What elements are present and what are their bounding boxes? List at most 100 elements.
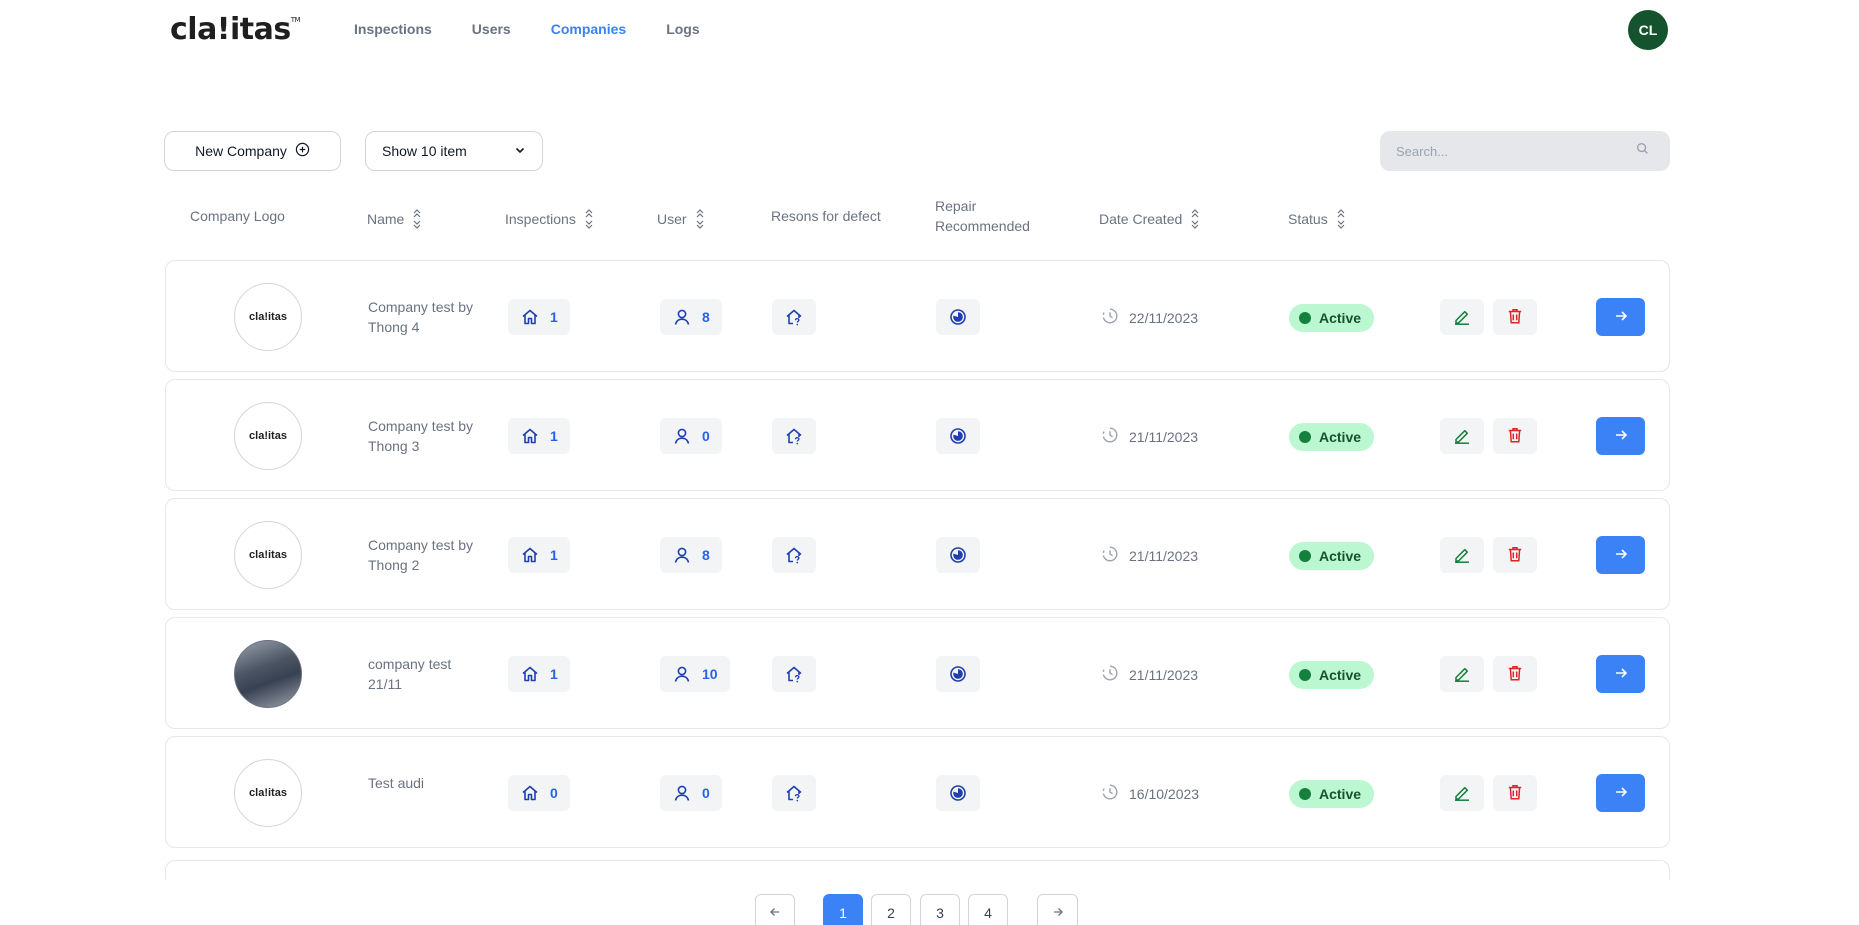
show-items-select[interactable]: Show 10 item	[365, 131, 543, 171]
users-count-chip[interactable]: 0	[660, 775, 722, 811]
header-user[interactable]: User	[657, 206, 705, 232]
status-dot	[1299, 669, 1311, 681]
date-created: 22/11/2023	[1101, 307, 1198, 328]
repair-recommended-button[interactable]	[936, 299, 980, 335]
header-date-created[interactable]: Date Created	[1099, 206, 1200, 232]
delete-button[interactable]	[1493, 299, 1537, 335]
inspections-count-chip[interactable]: 1	[508, 537, 570, 573]
sort-icon[interactable]	[1336, 206, 1346, 232]
reasons-for-defect-button[interactable]	[772, 656, 816, 692]
company-name[interactable]: company test 21/11	[368, 654, 488, 694]
search-input[interactable]	[1396, 143, 1636, 159]
header-inspections-label: Inspections	[505, 211, 576, 227]
pagination-page-4[interactable]: 4	[968, 894, 1008, 925]
repair-recommended-button[interactable]	[936, 775, 980, 811]
company-name[interactable]: Company test by Thong 3	[368, 416, 488, 456]
header-repair-recommended: Repair Recommended	[935, 196, 1030, 236]
pagination-next-button[interactable]	[1037, 894, 1078, 925]
edit-button[interactable]	[1440, 537, 1484, 573]
trash-icon	[1506, 426, 1524, 447]
arrow-right-icon	[1051, 905, 1065, 922]
open-company-button[interactable]	[1596, 774, 1645, 812]
delete-button[interactable]	[1493, 418, 1537, 454]
reasons-for-defect-button[interactable]	[772, 537, 816, 573]
sort-icon[interactable]	[1190, 206, 1200, 232]
inspections-count-chip[interactable]: 1	[508, 299, 570, 335]
home-icon	[520, 783, 540, 803]
inspections-count-chip[interactable]: 1	[508, 418, 570, 454]
repair-recommended-button[interactable]	[936, 656, 980, 692]
home-question-icon	[784, 426, 804, 446]
inspections-count-chip[interactable]: 1	[508, 656, 570, 692]
sort-icon[interactable]	[412, 206, 422, 232]
header-user-label: User	[657, 211, 687, 227]
header-inspections[interactable]: Inspections	[505, 206, 594, 232]
delete-button[interactable]	[1493, 775, 1537, 811]
status-dot	[1299, 431, 1311, 443]
status-label: Active	[1319, 667, 1362, 683]
brand-logo[interactable]: cla!itasTM	[170, 12, 301, 47]
users-count-chip[interactable]: 0	[660, 418, 722, 454]
nav-logs[interactable]: Logs	[666, 21, 699, 37]
open-company-button[interactable]	[1596, 417, 1645, 455]
open-company-button[interactable]	[1596, 655, 1645, 693]
open-company-button[interactable]	[1596, 536, 1645, 574]
delete-button[interactable]	[1493, 537, 1537, 573]
reasons-for-defect-button[interactable]	[772, 775, 816, 811]
table-row: cla!itas Company test by Thong 4 1 8 22/11/2…	[165, 260, 1670, 372]
header-repair-label-2: Recommended	[935, 218, 1030, 234]
users-count-chip[interactable]: 8	[660, 299, 722, 335]
user-avatar[interactable]: CL	[1628, 10, 1668, 50]
edit-button[interactable]	[1440, 775, 1484, 811]
clock-icon	[1101, 545, 1119, 566]
company-name[interactable]: Company test by Thong 4	[368, 297, 488, 337]
status-dot	[1299, 788, 1311, 800]
users-count-chip[interactable]: 10	[660, 656, 730, 692]
trash-icon	[1506, 307, 1524, 328]
nav-inspections[interactable]: Inspections	[354, 21, 432, 37]
edit-button[interactable]	[1440, 299, 1484, 335]
table-row: company test 21/11 1 10 21/11/2023 Active	[165, 617, 1670, 729]
reasons-for-defect-button[interactable]	[772, 299, 816, 335]
nav-users[interactable]: Users	[472, 21, 511, 37]
user-icon	[672, 307, 692, 327]
repair-recommended-button[interactable]	[936, 537, 980, 573]
header-reasons-label: Resons for defect	[771, 208, 881, 224]
brand-logo-text: cla!itas	[170, 12, 291, 47]
table-row-partial	[165, 860, 1670, 880]
pagination-page-1[interactable]: 1	[823, 894, 863, 925]
clock-icon	[1101, 664, 1119, 685]
open-company-button[interactable]	[1596, 298, 1645, 336]
pagination-prev-button[interactable]	[755, 894, 795, 925]
repair-recommended-button[interactable]	[936, 418, 980, 454]
users-count: 10	[702, 666, 718, 682]
inspections-count-chip[interactable]: 0	[508, 775, 570, 811]
new-company-button[interactable]: New Company	[164, 131, 341, 171]
circle-dot-icon	[948, 307, 968, 327]
pagination-page-2[interactable]: 2	[871, 894, 911, 925]
header-name[interactable]: Name	[367, 206, 422, 232]
edit-button[interactable]	[1440, 418, 1484, 454]
header-status[interactable]: Status	[1288, 206, 1346, 232]
company-name[interactable]: Company test by Thong 2	[368, 535, 488, 575]
header-date-label: Date Created	[1099, 211, 1183, 227]
company-name[interactable]: Test audi	[368, 773, 488, 793]
header-status-label: Status	[1288, 211, 1328, 227]
user-icon	[672, 426, 692, 446]
header-repair-label-1: Repair	[935, 198, 977, 214]
sort-icon[interactable]	[584, 206, 594, 232]
nav-companies[interactable]: Companies	[551, 21, 626, 37]
pencil-icon	[1453, 783, 1471, 804]
users-count-chip[interactable]: 8	[660, 537, 722, 573]
delete-button[interactable]	[1493, 656, 1537, 692]
reasons-for-defect-button[interactable]	[772, 418, 816, 454]
users-count: 8	[702, 547, 710, 563]
date-created-value: 16/10/2023	[1129, 785, 1200, 802]
edit-button[interactable]	[1440, 656, 1484, 692]
pagination-page-3[interactable]: 3	[920, 894, 960, 925]
inspections-count: 1	[550, 309, 558, 325]
home-question-icon	[784, 783, 804, 803]
circle-dot-icon	[948, 426, 968, 446]
search-icon[interactable]	[1636, 142, 1649, 160]
sort-icon[interactable]	[695, 206, 705, 232]
